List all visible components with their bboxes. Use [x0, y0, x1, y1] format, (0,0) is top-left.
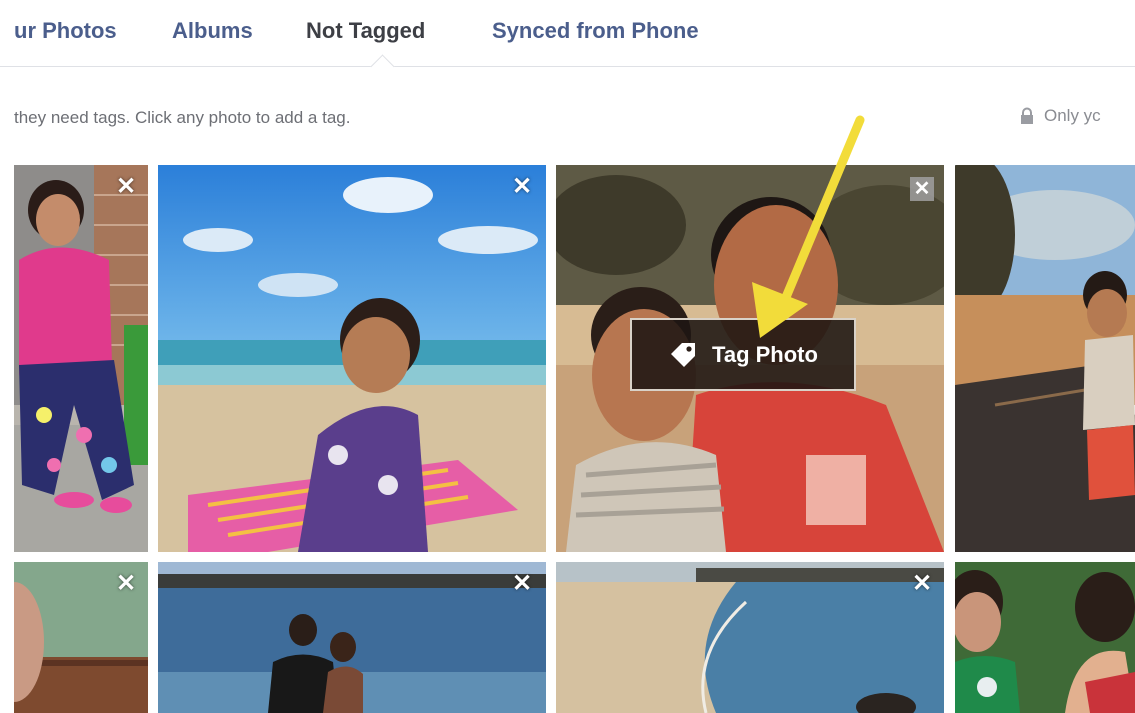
info-text: they need tags. Click any photo to add a…	[14, 108, 351, 127]
photo-row2-1[interactable]: ✕	[14, 562, 148, 713]
photo-image	[158, 165, 546, 552]
active-tab-indicator	[370, 54, 395, 79]
photo-row2-2[interactable]: ✕	[158, 562, 546, 713]
close-icon[interactable]: ✕	[114, 175, 138, 199]
photo-selfie-sunset[interactable]: ✕ Tag Photo	[556, 165, 944, 552]
close-icon[interactable]: ✕	[510, 175, 534, 199]
photo-image	[158, 562, 546, 713]
photo-image	[955, 562, 1135, 713]
tag-photo-button[interactable]: Tag Photo	[630, 318, 856, 391]
tab-albums[interactable]: Albums	[172, 18, 253, 44]
lock-icon	[1021, 107, 1033, 124]
privacy-label: Only yc	[1044, 106, 1101, 125]
close-icon[interactable]: ✕	[114, 572, 138, 596]
photo-image	[556, 562, 944, 713]
tag-photo-label: Tag Photo	[712, 341, 818, 367]
photo-row2-3[interactable]: ✕	[556, 562, 944, 713]
photo-boy-shore[interactable]	[955, 165, 1135, 552]
tab-synced-from-phone[interactable]: Synced from Phone	[492, 18, 699, 44]
close-icon[interactable]: ✕	[910, 572, 934, 596]
photo-girl-pink[interactable]: ✕	[14, 165, 148, 552]
photo-image	[955, 165, 1135, 552]
photo-boy-beach[interactable]: ✕	[158, 165, 546, 552]
tab-your-photos[interactable]: ur Photos	[14, 18, 117, 44]
privacy-selector[interactable]: Only yc	[1018, 106, 1101, 126]
tab-not-tagged[interactable]: Not Tagged	[306, 18, 425, 44]
photo-row2-4[interactable]	[955, 562, 1135, 713]
tab-bar: ur Photos Albums Not Tagged Synced from …	[0, 0, 1135, 79]
close-icon[interactable]: ✕	[510, 572, 534, 596]
tag-icon	[671, 342, 696, 367]
photo-image	[14, 165, 148, 552]
close-icon[interactable]: ✕	[910, 177, 934, 201]
